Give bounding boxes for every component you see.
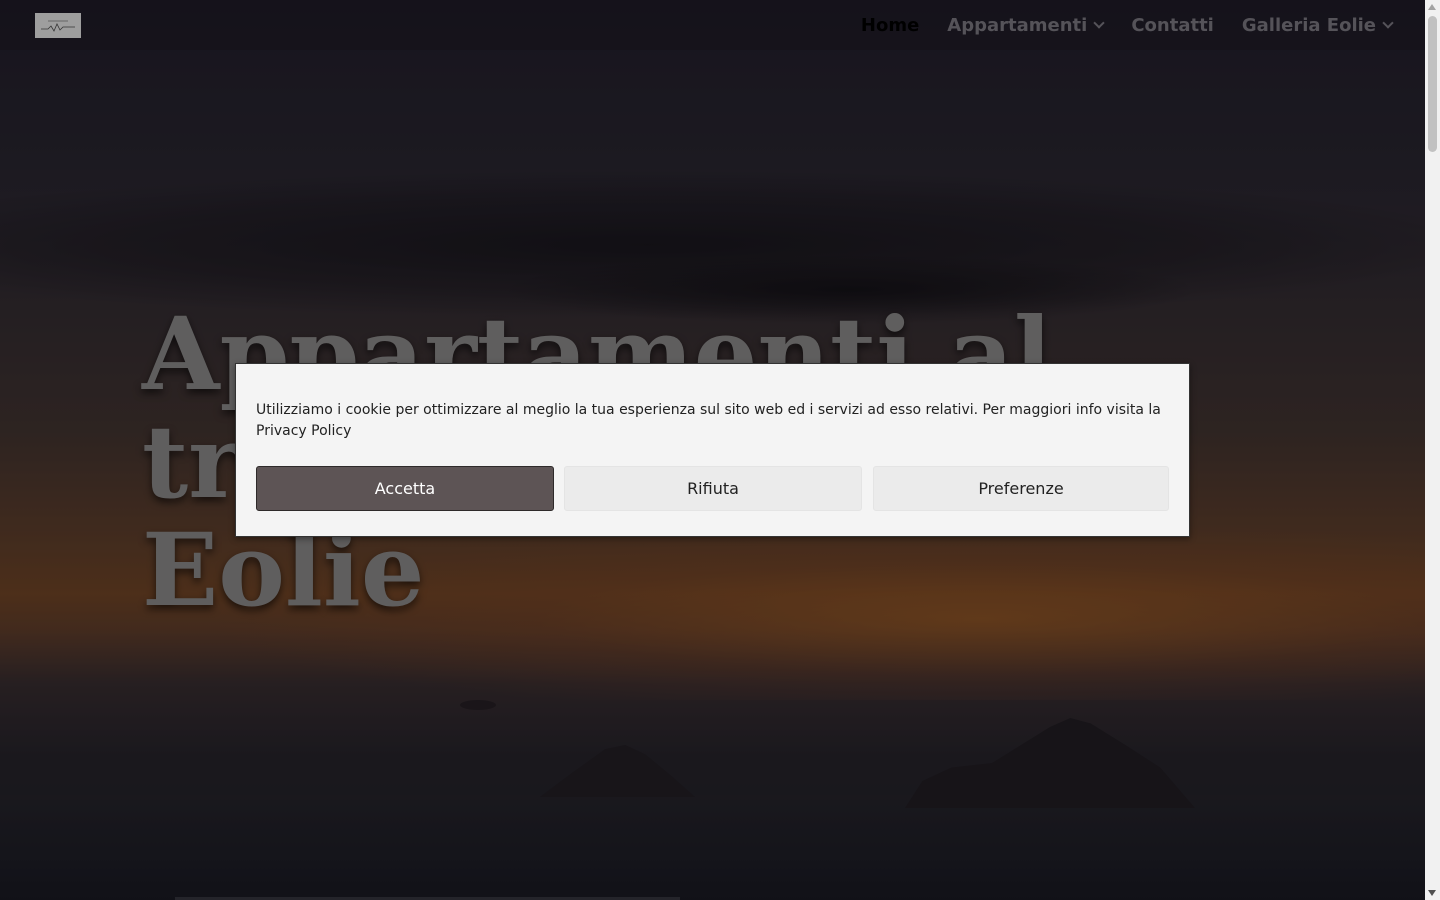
scroll-up-arrow-icon[interactable] xyxy=(1428,4,1436,10)
scroll-down-arrow-icon[interactable] xyxy=(1428,890,1436,896)
preferences-button[interactable]: Preferenze xyxy=(873,466,1169,511)
accept-button[interactable]: Accetta xyxy=(256,466,554,511)
vertical-scrollbar[interactable] xyxy=(1425,0,1440,900)
scroll-thumb[interactable] xyxy=(1428,16,1437,152)
cookie-banner: Utilizziamo i cookie per ottimizzare al … xyxy=(235,363,1190,537)
browser-viewport: Appartamenti al tramonto sulle Eolie Hom… xyxy=(0,0,1440,900)
reject-button[interactable]: Rifiuta xyxy=(564,466,862,511)
page: Appartamenti al tramonto sulle Eolie Hom… xyxy=(0,0,1425,900)
cookie-message: Utilizziamo i cookie per ottimizzare al … xyxy=(256,402,1161,439)
